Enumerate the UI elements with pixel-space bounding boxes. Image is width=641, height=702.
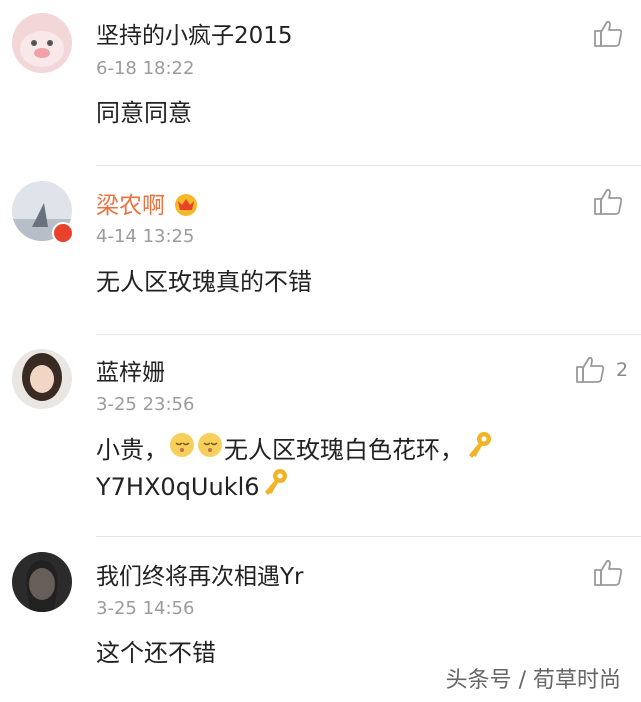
comment-item: 梁农啊 4-14 13:25 无人区玫瑰真的不错	[0, 166, 641, 335]
timestamp: 3-25 14:56	[96, 598, 195, 619]
timestamp: 4-14 13:25	[96, 226, 195, 247]
comment-text: 同意同意	[96, 99, 192, 127]
comment-text-a: 小贵，	[96, 436, 168, 464]
thumbs-up-icon[interactable]	[574, 354, 606, 386]
username[interactable]: 梁农啊	[96, 186, 200, 223]
comment-code: Y7HX0qUukl6	[96, 473, 260, 501]
verified-badge-icon	[52, 222, 74, 244]
key-icon	[260, 467, 290, 509]
comment-text: 这个还不错	[96, 639, 216, 667]
comment-text-line-2: Y7HX0qUukl6	[96, 467, 290, 509]
comment-item: 坚持的小疯子2015 6-18 18:22 同意同意	[0, 0, 641, 166]
watermark: 头条号 / 荀草时尚	[445, 668, 621, 693]
username[interactable]: 坚持的小疯子2015	[96, 16, 293, 50]
username-text: 梁农啊	[96, 193, 165, 219]
thumbs-up-icon[interactable]	[592, 18, 624, 50]
comment-text-line-1: 小贵， 无人区玫瑰白色花环，	[96, 430, 494, 472]
comment-text-b: 无人区玫瑰白色花环，	[224, 436, 464, 464]
like-count: 2	[616, 359, 629, 381]
timestamp: 6-18 18:22	[96, 58, 195, 79]
comment-item: 蓝梓姗 3-25 23:56 小贵， 无人区玫瑰白色花环， Y7HX0qUukl…	[0, 335, 641, 537]
avatar[interactable]	[12, 552, 72, 612]
username[interactable]: 蓝梓姗	[96, 353, 165, 387]
comment-text: 无人区玫瑰真的不错	[96, 268, 312, 296]
timestamp: 3-25 23:56	[96, 394, 195, 415]
sleepy-face-emoji-icon	[168, 431, 224, 471]
avatar[interactable]	[12, 349, 72, 409]
thumbs-up-icon[interactable]	[592, 557, 624, 589]
avatar[interactable]	[12, 13, 72, 73]
username[interactable]: 我们终将再次相遇Yr	[96, 557, 304, 591]
key-icon	[464, 430, 494, 472]
crown-icon	[172, 191, 200, 223]
thumbs-up-icon[interactable]	[592, 186, 624, 218]
